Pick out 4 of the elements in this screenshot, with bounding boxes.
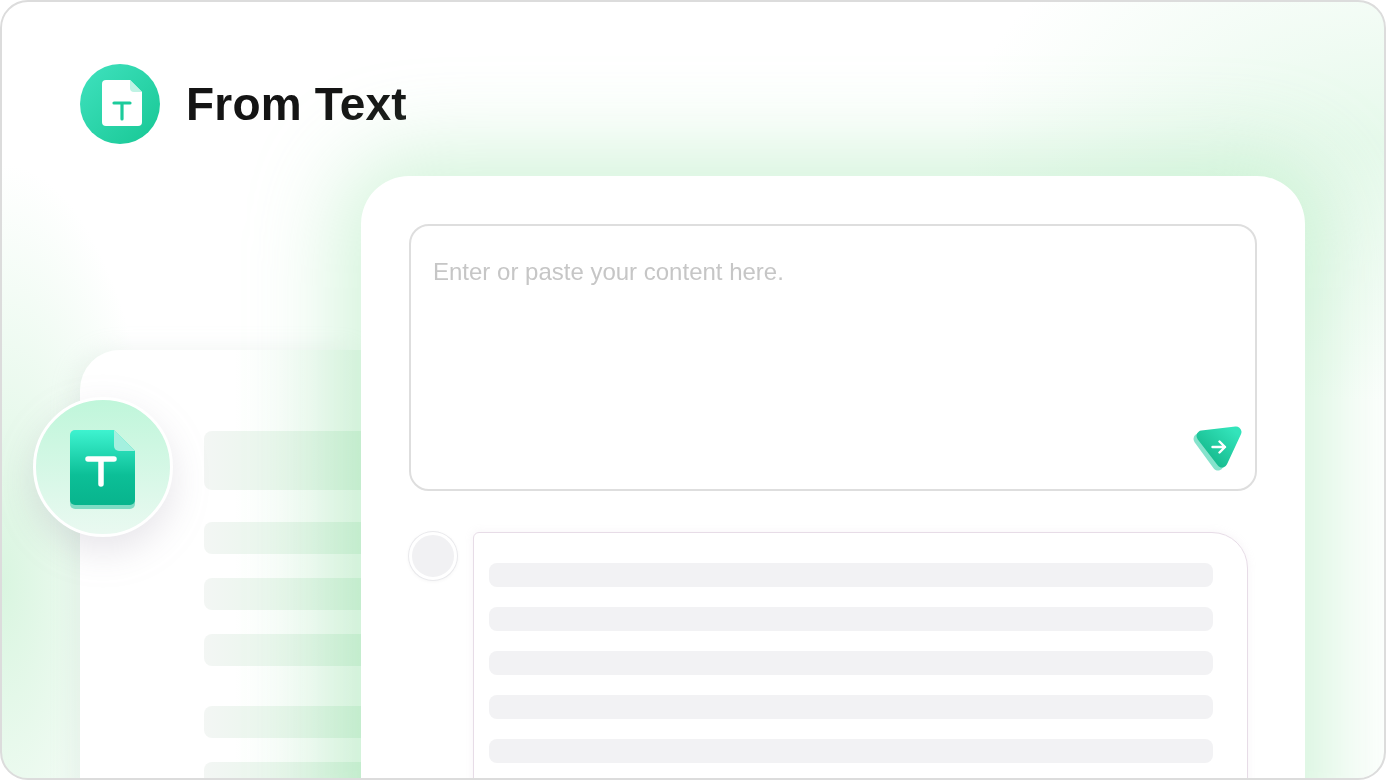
text-input[interactable]: Enter or paste your content here. — [409, 224, 1257, 491]
page-title: From Text — [186, 78, 407, 130]
arrow-right-icon — [1211, 440, 1227, 454]
text-document-icon — [80, 64, 160, 144]
